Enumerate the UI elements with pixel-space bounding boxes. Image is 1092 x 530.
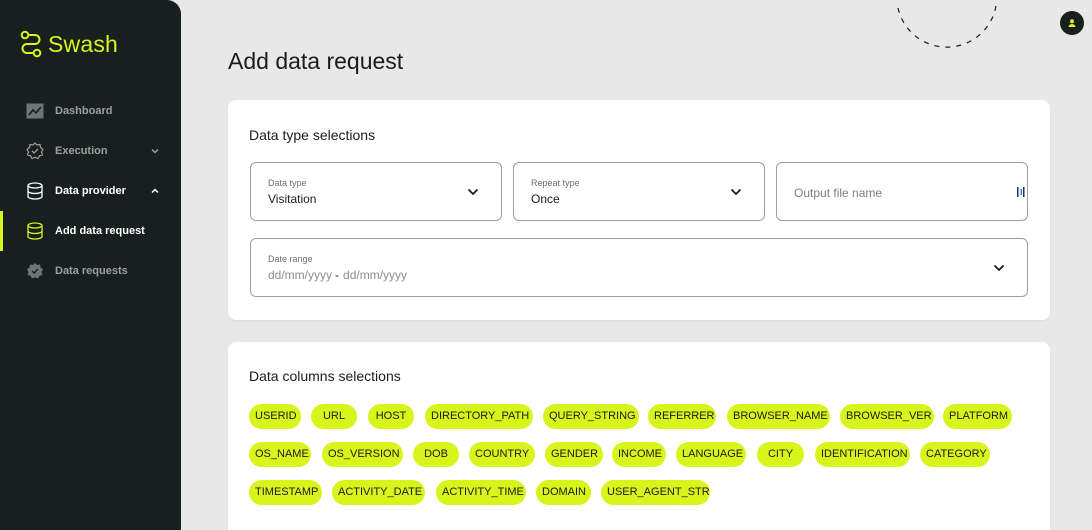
column-chip[interactable]: OS_NAME [249,442,311,467]
column-chip[interactable]: GENDER [545,442,603,467]
column-chip[interactable]: TIMESTAMP [249,480,322,505]
user-icon [1068,19,1076,27]
column-chip[interactable]: CATEGORY [920,442,990,467]
sidebar: Swash Dashboard Execution Data provider … [0,0,181,530]
decorative-arc [897,5,997,48]
column-chip[interactable]: USERID [249,404,301,429]
column-chip[interactable]: REFERRER [648,404,716,429]
field-value: Once [531,192,560,206]
sidebar-item-dashboard[interactable]: Dashboard [0,91,181,131]
avatar[interactable] [1060,11,1084,35]
date-separator: - [335,268,340,282]
card-title: Data columns selections [249,368,401,384]
column-chip[interactable]: DOMAIN [536,480,591,505]
end-date-placeholder[interactable]: dd/mm/yyyy [343,268,407,282]
input-placeholder: Output file name [794,186,883,200]
sidebar-item-data-requests[interactable]: Data requests [0,251,181,291]
field-value: Visitation [268,192,317,206]
data-type-select[interactable]: Data type Visitation [250,162,502,221]
column-chip[interactable]: COUNTRY [469,442,535,467]
column-chip[interactable]: INCOME [612,442,666,467]
sidebar-item-data-provider[interactable]: Data provider [0,171,181,211]
column-chip[interactable]: CITY [757,442,804,467]
column-chip[interactable]: URL [311,404,357,429]
sidebar-item-label: Execution [55,145,108,157]
column-chip[interactable]: USER_AGENT_STR [601,480,710,505]
chevron-down-icon [993,264,1005,272]
chevron-down-icon[interactable] [150,146,160,156]
chart-icon [26,102,44,120]
swash-logo-icon [20,30,42,58]
column-chip[interactable]: DIRECTORY_PATH [425,404,533,429]
sidebar-item-execution[interactable]: Execution [0,131,181,171]
field-label: Data type [268,178,307,188]
start-date-placeholder[interactable]: dd/mm/yyyy [268,268,332,282]
database-add-icon [26,222,44,240]
logo[interactable]: Swash [20,30,118,58]
data-type-card: Data type selections Data type Visitatio… [228,100,1050,320]
sidebar-item-label: Data requests [55,265,128,277]
column-chip[interactable]: IDENTIFICATION [815,442,910,467]
column-chip[interactable]: ACTIVITY_TIME [436,480,526,505]
column-chip[interactable]: BROWSER_NAME [727,404,830,429]
gear-check-icon [26,142,44,160]
sidebar-item-label: Dashboard [55,105,113,117]
page-title: Add data request [228,48,404,74]
column-chip[interactable]: BROWSER_VER [840,404,934,429]
column-chip[interactable]: OS_VERSION [322,442,403,467]
field-label: Date range [268,254,313,264]
column-chip[interactable]: DOB [413,442,459,467]
field-label: Repeat type [531,178,580,188]
column-chip[interactable]: ACTIVITY_DATE [332,480,425,505]
date-range-select[interactable]: Date range dd/mm/yyyy - dd/mm/yyyy [250,238,1028,297]
repeat-type-select[interactable]: Repeat type Once [513,162,765,221]
chevron-up-icon[interactable] [150,186,160,196]
chevron-down-icon [730,188,742,196]
database-icon [26,182,44,200]
column-chip[interactable]: PLATFORM [943,404,1012,429]
card-title: Data type selections [249,127,376,143]
data-columns-card: Data columns selections USERID URL HOST … [228,342,1050,530]
sidebar-item-add-data-request[interactable]: Add data request [0,211,181,251]
sidebar-item-label: Add data request [55,225,145,237]
column-chip[interactable]: QUERY_STRING [543,404,639,429]
column-chip[interactable]: LANGUAGE [676,442,746,467]
date-range-value: dd/mm/yyyy - dd/mm/yyyy [268,268,407,282]
sidebar-item-label: Data provider [55,185,126,197]
output-file-name-input[interactable]: Output file name [776,162,1028,221]
text-cursor-icon [1017,187,1025,197]
column-chip[interactable]: HOST [368,404,414,429]
chevron-down-icon [467,188,479,196]
shield-check-icon [26,262,44,280]
logo-text: Swash [48,30,119,57]
